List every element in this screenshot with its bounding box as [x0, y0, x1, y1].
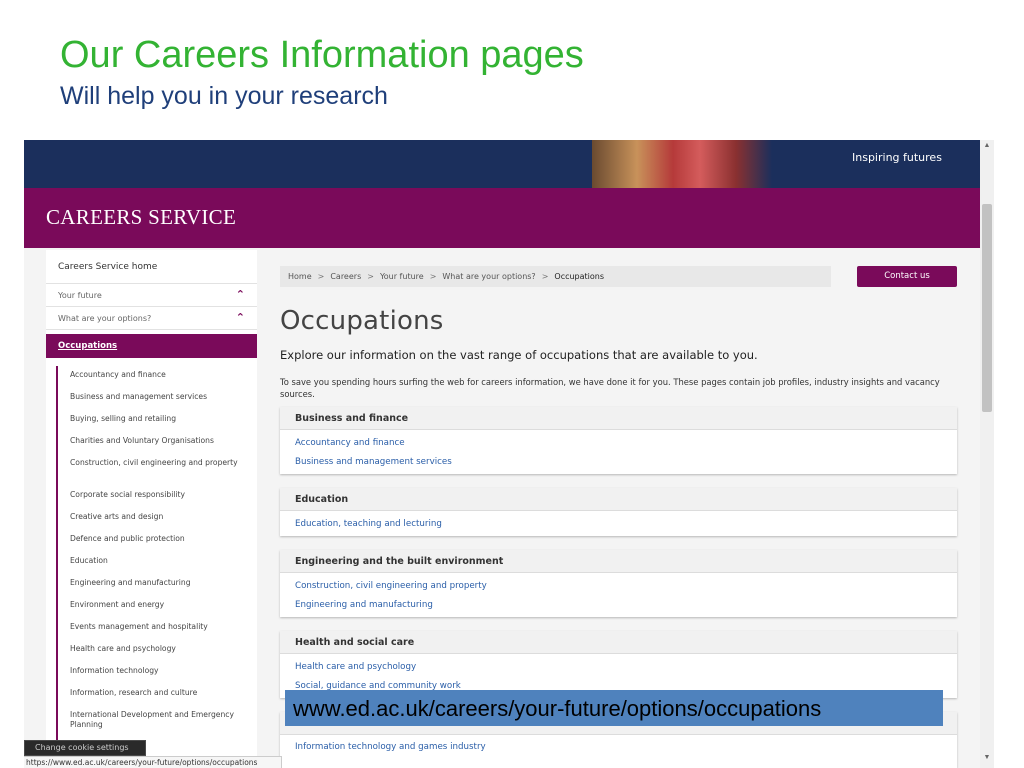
sidebar-item-label: What are your options?	[58, 314, 152, 323]
card-link[interactable]: Engineering and manufacturing	[295, 600, 433, 610]
breadcrumb-separator: >	[541, 272, 549, 281]
intro-text: To save you spending hours surfing the w…	[280, 377, 940, 399]
card-title[interactable]: Engineering and the built environment	[280, 550, 957, 573]
card-link[interactable]: Education, teaching and lecturing	[295, 519, 442, 529]
breadcrumb-home[interactable]: Home	[288, 272, 312, 281]
category-card: Education Education, teaching and lectur…	[280, 488, 957, 536]
sidebar-sublist-item[interactable]: Information technology	[70, 666, 240, 676]
top-banner: Inspiring futures	[24, 140, 980, 188]
slide-subtitle: Will help you in your research	[60, 82, 388, 110]
card-link[interactable]: Information technology and games industr…	[295, 742, 486, 752]
contact-us-button[interactable]: Contact us	[857, 266, 957, 287]
sidebar-item-your-future[interactable]: Your future ⌃	[46, 285, 257, 307]
sidebar-sublist-item[interactable]: Accountancy and finance	[70, 370, 240, 380]
browser-screenshot: Inspiring futures CAREERS SERVICE Career…	[24, 140, 994, 768]
breadcrumb-separator: >	[317, 272, 325, 281]
card-title[interactable]: Health and social care	[280, 631, 957, 654]
sidebar-sublist-item[interactable]: Education	[70, 556, 240, 566]
brand-band: CAREERS SERVICE	[24, 188, 980, 248]
chevron-up-icon[interactable]: ⌃	[236, 288, 245, 301]
card-link[interactable]: Construction, civil engineering and prop…	[295, 581, 487, 591]
sidebar-sublist-item[interactable]: Construction, civil engineering and prop…	[70, 458, 240, 468]
brand-name[interactable]: CAREERS SERVICE	[46, 205, 236, 230]
card-title[interactable]: Education	[280, 488, 957, 511]
sidebar-sublist-item[interactable]: Charities and Voluntary Organisations	[70, 436, 240, 446]
banner-photo	[592, 140, 772, 188]
card-link[interactable]: Business and management services	[295, 457, 452, 467]
card-link[interactable]: Health care and psychology	[295, 662, 416, 672]
sidebar-item-your-options[interactable]: What are your options? ⌃	[46, 308, 257, 330]
card-link[interactable]: Accountancy and finance	[295, 438, 405, 448]
sidebar-nav: Careers Service home Your future ⌃ What …	[46, 250, 257, 768]
sidebar-sublist-item[interactable]: Buying, selling and retailing	[70, 414, 240, 424]
breadcrumb-separator: >	[367, 272, 374, 281]
breadcrumb: Home > Careers > Your future > What are your o…	[280, 266, 831, 287]
scrollbar-thumb[interactable]	[982, 204, 992, 412]
site-tagline: Inspiring futures	[852, 151, 942, 164]
sidebar-sublist-item[interactable]: Environment and energy	[70, 600, 240, 610]
sidebar-sublist-item[interactable]: Defence and public protection	[70, 534, 240, 544]
category-card: Engineering and the built environment Co…	[280, 550, 957, 617]
scroll-down-arrow-icon[interactable]: ▼	[980, 754, 994, 761]
sidebar-item-occupations[interactable]: Occupations	[46, 334, 257, 358]
sidebar-item-label: Your future	[58, 291, 102, 300]
slide-title: Our Careers Information pages	[60, 34, 584, 76]
sidebar-item-home[interactable]: Careers Service home	[46, 250, 257, 284]
sidebar-sublist-item[interactable]: Engineering and manufacturing	[70, 578, 240, 588]
cookie-settings-button[interactable]: Change cookie settings	[24, 740, 146, 756]
scroll-up-arrow-icon[interactable]: ▲	[980, 142, 994, 149]
sidebar-sublist-item[interactable]: Business and management services	[70, 392, 240, 402]
vertical-scrollbar[interactable]: ▲ ▼	[980, 140, 994, 768]
url-callout: www.ed.ac.uk/careers/your-future/options…	[285, 690, 943, 726]
category-card: Business and finance Accountancy and fin…	[280, 407, 957, 474]
breadcrumb-current: Occupations	[554, 272, 605, 281]
sidebar-sublist-item[interactable]: International Development and Emergency …	[70, 710, 240, 730]
category-card: Health and social care Health care and p…	[280, 631, 957, 698]
sidebar-sublist-item[interactable]: Health care and psychology	[70, 644, 240, 654]
page-heading: Occupations	[280, 306, 444, 336]
status-bar-url: https://www.ed.ac.uk/careers/your-future…	[24, 756, 282, 768]
sidebar-sublist-item[interactable]: Events management and hospitality	[70, 622, 240, 632]
sidebar-sublist-item[interactable]: Corporate social responsibility	[70, 490, 240, 500]
chevron-up-icon[interactable]: ⌃	[236, 311, 245, 324]
card-title[interactable]: Business and finance	[280, 407, 957, 430]
breadcrumb-careers[interactable]: Careers	[330, 272, 361, 281]
breadcrumb-your-future[interactable]: Your future	[380, 272, 424, 281]
sidebar-sublist-item[interactable]: Creative arts and design	[70, 512, 240, 522]
lead-text: Explore our information on the vast rang…	[280, 348, 758, 362]
sidebar-sublist-item[interactable]: Information, research and culture	[70, 688, 240, 698]
breadcrumb-options[interactable]: What are your options?	[442, 272, 535, 281]
breadcrumb-separator: >	[429, 272, 437, 281]
sidebar-sublist: Accountancy and finance Business and man…	[56, 366, 251, 744]
